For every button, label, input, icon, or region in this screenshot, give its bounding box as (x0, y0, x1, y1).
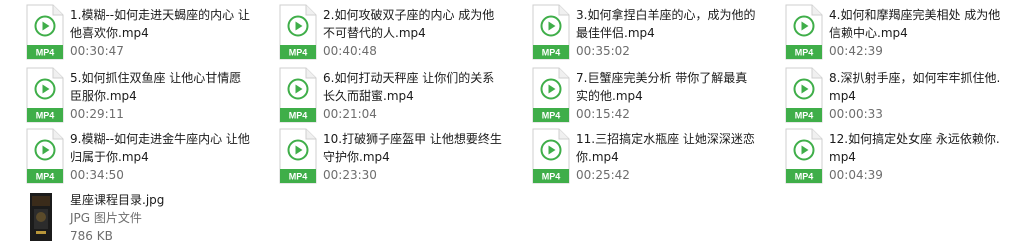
file-duration: 00:00:33 (829, 107, 883, 121)
file-tile-video[interactable]: MP4 7.巨蟹座完美分析 带你了解最真实的他.mp4 00:15:42 (506, 65, 756, 125)
file-tile-video[interactable]: MP4 9.模糊--如何走进金牛座内心 让他归属于你.mp4 00:34:50 (0, 126, 250, 186)
mp4-file-icon: MP4 (785, 4, 823, 60)
mp4-file-icon: MP4 (532, 67, 570, 123)
mp4-file-icon: MP4 (532, 128, 570, 184)
file-name: 7.巨蟹座完美分析 带你了解最真实的他.mp4 (576, 71, 748, 103)
file-duration: 00:25:42 (576, 168, 630, 182)
file-tile-video[interactable]: MP4 3.如何拿捏白羊座的心，成为他的最佳伴侣.mp4 00:35:02 (506, 2, 756, 62)
file-tile-video[interactable]: MP4 4.如何和摩羯座完美相处 成为他信赖中心.mp4 00:42:39 (759, 2, 1009, 62)
file-duration: 00:34:50 (70, 168, 124, 182)
svg-text:MP4: MP4 (289, 111, 308, 121)
file-name: 8.深扒射手座，如何牢牢抓住他.mp4 (829, 71, 1001, 103)
mp4-file-icon: MP4 (26, 67, 64, 123)
svg-text:MP4: MP4 (795, 172, 814, 182)
svg-text:MP4: MP4 (795, 48, 814, 58)
svg-text:MP4: MP4 (542, 48, 561, 58)
svg-text:MP4: MP4 (542, 172, 561, 182)
file-tile-image[interactable]: 星座课程目录.jpg JPG 图片文件 786 KB (0, 187, 260, 247)
file-name: 4.如何和摩羯座完美相处 成为他信赖中心.mp4 (829, 8, 1001, 40)
file-details: 6.如何打动天秤座 让你们的关系长久而甜蜜.mp4 00:21:04 (323, 69, 503, 123)
mp4-file-icon: MP4 (279, 128, 317, 184)
mp4-file-icon: MP4 (279, 4, 317, 60)
image-file-type: JPG 图片文件 (70, 211, 142, 225)
file-name: 12.如何搞定处女座 永远依赖你.mp4 (829, 132, 1000, 164)
file-name: 10.打破狮子座盔甲 让他想要终生守护你.mp4 (323, 132, 502, 164)
file-tile-video[interactable]: MP4 11.三招搞定水瓶座 让她深深迷恋你.mp4 00:25:42 (506, 126, 756, 186)
mp4-file-icon: MP4 (26, 4, 64, 60)
file-duration: 00:30:47 (70, 44, 124, 58)
file-details: 12.如何搞定处女座 永远依赖你.mp4 00:04:39 (829, 130, 1009, 184)
mp4-file-icon: MP4 (26, 128, 64, 184)
file-name: 5.如何抓住双鱼座 让他心甘情愿臣服你.mp4 (70, 71, 242, 103)
mp4-file-icon: MP4 (785, 67, 823, 123)
file-name: 1.模糊--如何走进天蝎座的内心 让他喜欢你.mp4 (70, 8, 250, 40)
svg-text:MP4: MP4 (289, 48, 308, 58)
file-duration: 00:40:48 (323, 44, 377, 58)
mp4-file-icon: MP4 (532, 4, 570, 60)
file-details: 5.如何抓住双鱼座 让他心甘情愿臣服你.mp4 00:29:11 (70, 69, 250, 123)
svg-text:MP4: MP4 (36, 48, 55, 58)
file-tile-video[interactable]: MP4 8.深扒射手座，如何牢牢抓住他.mp4 00:00:33 (759, 65, 1009, 125)
image-thumbnail (30, 193, 52, 241)
svg-text:MP4: MP4 (36, 172, 55, 182)
file-duration: 00:15:42 (576, 107, 630, 121)
file-duration: 00:29:11 (70, 107, 124, 121)
file-details: 1.模糊--如何走进天蝎座的内心 让他喜欢你.mp4 00:30:47 (70, 6, 250, 60)
image-file-name: 星座课程目录.jpg (70, 193, 165, 207)
file-name: 6.如何打动天秤座 让你们的关系长久而甜蜜.mp4 (323, 71, 495, 103)
file-duration: 00:04:39 (829, 168, 883, 182)
svg-text:MP4: MP4 (795, 111, 814, 121)
file-details: 4.如何和摩羯座完美相处 成为他信赖中心.mp4 00:42:39 (829, 6, 1009, 60)
file-name: 2.如何攻破双子座的内心 成为他不可替代的人.mp4 (323, 8, 495, 40)
file-duration: 00:42:39 (829, 44, 883, 58)
file-tile-video[interactable]: MP4 6.如何打动天秤座 让你们的关系长久而甜蜜.mp4 00:21:04 (253, 65, 503, 125)
file-details: 9.模糊--如何走进金牛座内心 让他归属于你.mp4 00:34:50 (70, 130, 250, 184)
file-tile-video[interactable]: MP4 12.如何搞定处女座 永远依赖你.mp4 00:04:39 (759, 126, 1009, 186)
file-details: 8.深扒射手座，如何牢牢抓住他.mp4 00:00:33 (829, 69, 1009, 123)
file-duration: 00:21:04 (323, 107, 377, 121)
mp4-file-icon: MP4 (785, 128, 823, 184)
file-name: 9.模糊--如何走进金牛座内心 让他归属于你.mp4 (70, 132, 250, 164)
file-tile-video[interactable]: MP4 1.模糊--如何走进天蝎座的内心 让他喜欢你.mp4 00:30:47 (0, 2, 250, 62)
mp4-file-icon: MP4 (279, 67, 317, 123)
svg-text:MP4: MP4 (289, 172, 308, 182)
file-details: 11.三招搞定水瓶座 让她深深迷恋你.mp4 00:25:42 (576, 130, 756, 184)
image-file-details: 星座课程目录.jpg JPG 图片文件 786 KB (70, 191, 250, 245)
svg-text:MP4: MP4 (542, 111, 561, 121)
file-tile-video[interactable]: MP4 5.如何抓住双鱼座 让他心甘情愿臣服你.mp4 00:29:11 (0, 65, 250, 125)
file-duration: 00:35:02 (576, 44, 630, 58)
file-tile-video[interactable]: MP4 10.打破狮子座盔甲 让他想要终生守护你.mp4 00:23:30 (253, 126, 503, 186)
file-details: 3.如何拿捏白羊座的心，成为他的最佳伴侣.mp4 00:35:02 (576, 6, 756, 60)
file-name: 11.三招搞定水瓶座 让她深深迷恋你.mp4 (576, 132, 755, 164)
svg-text:MP4: MP4 (36, 111, 55, 121)
file-duration: 00:23:30 (323, 168, 377, 182)
file-details: 10.打破狮子座盔甲 让他想要终生守护你.mp4 00:23:30 (323, 130, 503, 184)
file-details: 7.巨蟹座完美分析 带你了解最真实的他.mp4 00:15:42 (576, 69, 756, 123)
file-name: 3.如何拿捏白羊座的心，成为他的最佳伴侣.mp4 (576, 8, 756, 40)
file-tile-video[interactable]: MP4 2.如何攻破双子座的内心 成为他不可替代的人.mp4 00:40:48 (253, 2, 503, 62)
file-details: 2.如何攻破双子座的内心 成为他不可替代的人.mp4 00:40:48 (323, 6, 503, 60)
image-file-size: 786 KB (70, 229, 113, 243)
